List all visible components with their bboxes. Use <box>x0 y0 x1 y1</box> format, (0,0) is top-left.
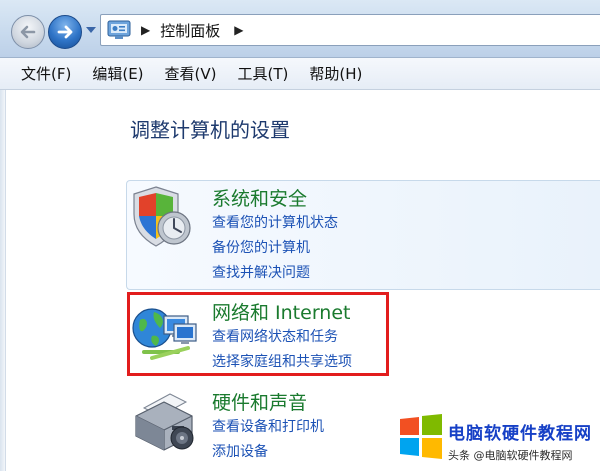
shield-icon[interactable] <box>130 184 196 254</box>
back-button[interactable] <box>11 15 45 49</box>
category-hover-panel <box>126 180 600 290</box>
link-troubleshoot[interactable]: 查找并解决问题 <box>212 262 310 282</box>
category-title-system-security[interactable]: 系统和安全 <box>212 184 307 211</box>
page-title: 调整计算机的设置 <box>130 118 290 142</box>
menu-view[interactable]: 查看(V) <box>165 63 217 84</box>
breadcrumb-separator-icon[interactable]: ▶ <box>141 23 150 37</box>
printer-icon[interactable] <box>130 386 202 460</box>
navigation-pane-edge <box>0 90 6 471</box>
breadcrumb-expand-icon[interactable]: ▶ <box>234 23 243 37</box>
menu-bar: 文件(F) 编辑(E) 查看(V) 工具(T) 帮助(H) <box>0 58 600 90</box>
forward-arrow-icon <box>57 25 73 39</box>
link-add-device[interactable]: 添加设备 <box>212 441 268 461</box>
back-arrow-icon <box>20 25 36 39</box>
breadcrumb-control-panel[interactable]: 控制面板 <box>160 20 220 41</box>
recent-pages-dropdown-icon[interactable] <box>86 27 96 33</box>
title-bar: ▶ 控制面板 ▶ <box>0 0 600 58</box>
control-panel-icon <box>107 19 133 41</box>
menu-file[interactable]: 文件(F) <box>21 63 71 84</box>
link-backup-computer[interactable]: 备份您的计算机 <box>212 237 310 257</box>
watermark-subtitle: 头条 @电脑软硬件教程网 <box>448 449 573 462</box>
watermark-brand: 电脑软硬件教程网 <box>448 424 592 444</box>
menu-tools[interactable]: 工具(T) <box>238 63 289 84</box>
link-view-devices-printers[interactable]: 查看设备和打印机 <box>212 416 324 436</box>
menu-edit[interactable]: 编辑(E) <box>92 63 143 84</box>
link-view-computer-status[interactable]: 查看您的计算机状态 <box>212 212 338 232</box>
address-bar[interactable]: ▶ 控制面板 ▶ <box>100 14 600 46</box>
highlight-annotation-box <box>127 292 389 376</box>
forward-button[interactable] <box>48 15 82 49</box>
menu-help[interactable]: 帮助(H) <box>309 63 362 84</box>
category-title-hardware-sound[interactable]: 硬件和声音 <box>212 388 307 415</box>
watermark: 电脑软硬件教程网 头条 @电脑软硬件教程网 <box>398 413 600 471</box>
windows-logo-icon <box>398 413 444 459</box>
